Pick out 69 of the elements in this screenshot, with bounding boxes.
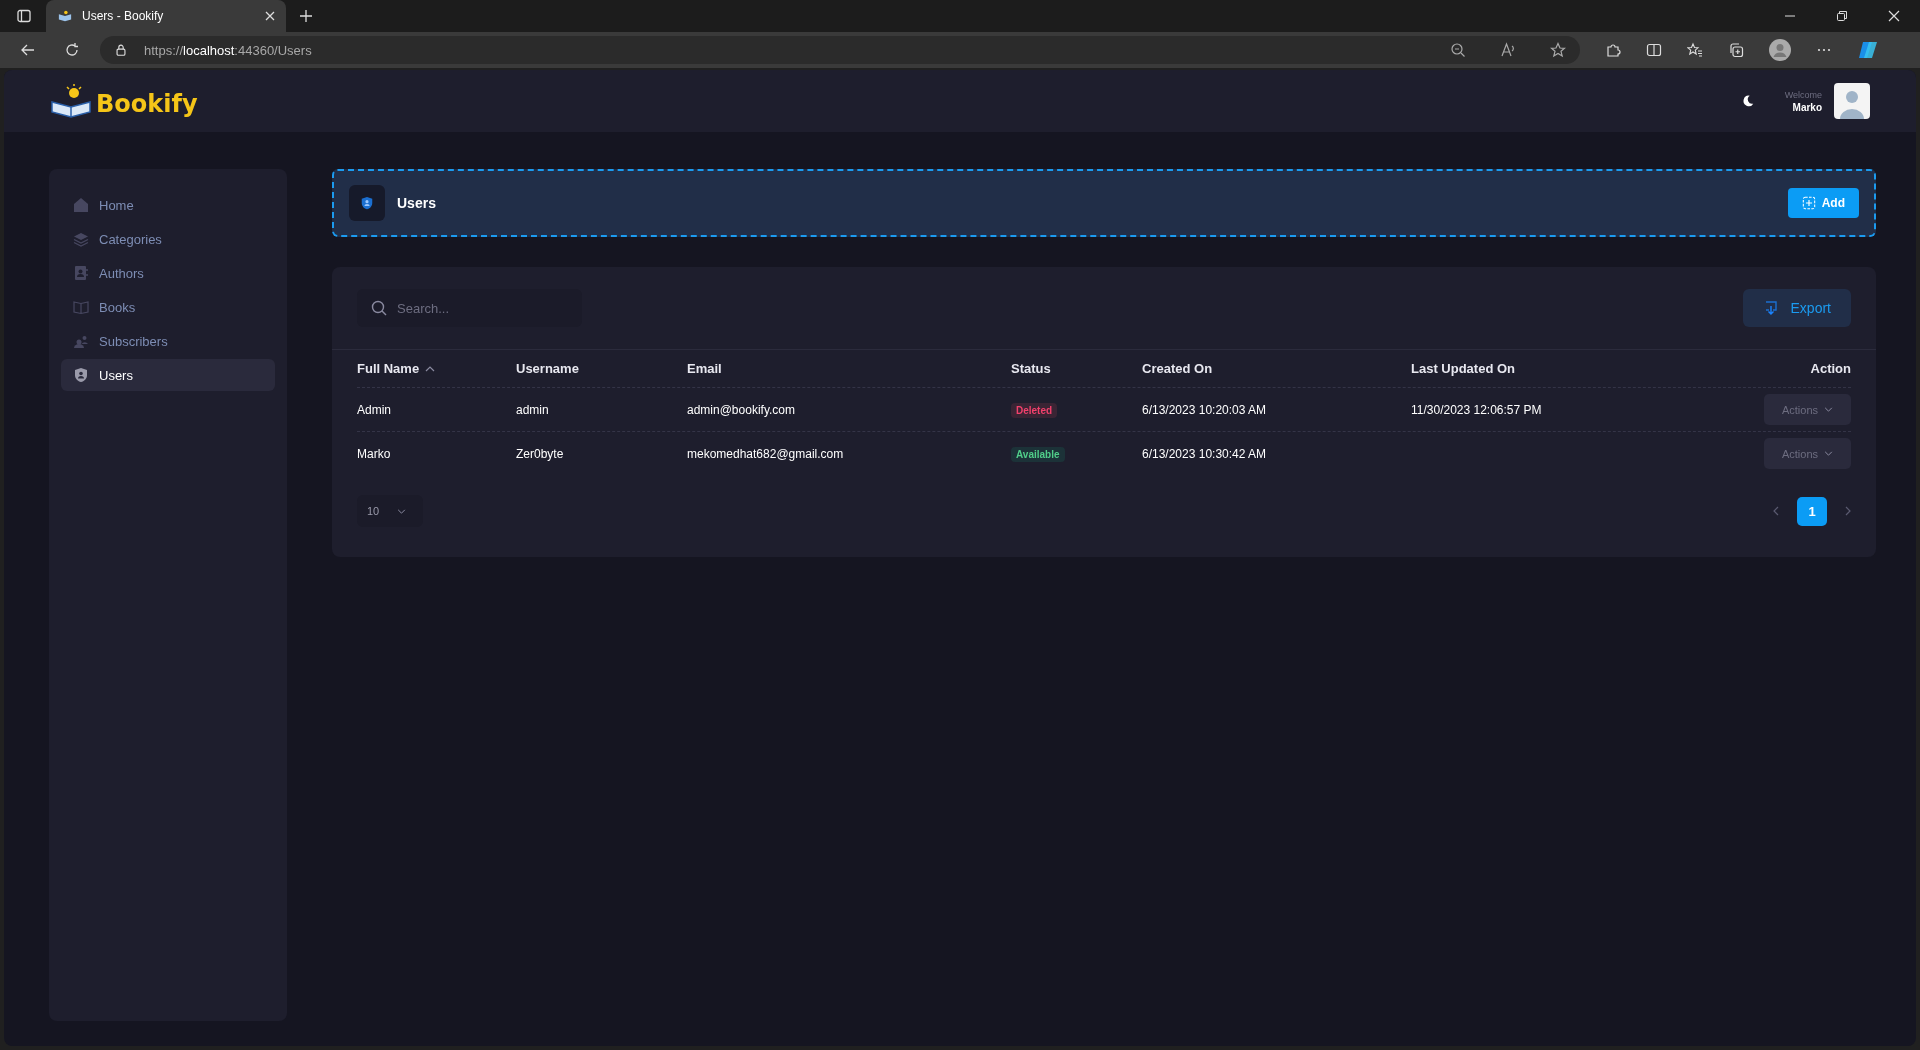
url-text: https://localhost:44360/Users <box>144 42 312 58</box>
book-icon <box>50 84 94 118</box>
chevron-down-icon <box>1824 407 1834 412</box>
status-badge: Available <box>1011 446 1065 462</box>
column-header[interactable]: Created On <box>1142 361 1411 376</box>
shield-user-icon <box>360 196 374 210</box>
next-page-icon[interactable] <box>1845 506 1851 516</box>
sidebar-item[interactable]: Home <box>61 189 275 221</box>
read-aloud-icon[interactable] <box>1500 42 1516 58</box>
split-screen-icon[interactable] <box>1646 42 1662 58</box>
sidebar-item[interactable]: Categories <box>61 223 275 255</box>
caret-up-icon <box>425 365 436 372</box>
search-icon <box>371 300 387 316</box>
welcome-label: Welcome <box>1784 89 1822 100</box>
table-cell-text: Admin <box>357 402 392 417</box>
logo-text: Bookify <box>96 90 198 118</box>
page-title: Users <box>397 195 436 211</box>
collections-icon[interactable] <box>1728 42 1744 58</box>
column-header[interactable]: Last Updated On <box>1411 361 1731 376</box>
chevron-down-icon <box>1824 451 1834 456</box>
table-cell-text: 11/30/2023 12:06:57 PM <box>1411 402 1543 417</box>
people-icon <box>73 333 89 349</box>
book-icon <box>58 9 72 23</box>
table-cell-text: 6/13/2023 10:20:03 AM <box>1142 402 1268 417</box>
puzzle-icon[interactable] <box>1605 42 1621 58</box>
sidebar-item[interactable]: Subscribers <box>61 325 275 357</box>
table-cell-text: admin@bookify.com <box>687 402 796 417</box>
close-icon[interactable] <box>1888 10 1900 22</box>
new-tab-icon[interactable] <box>298 8 314 24</box>
column-header[interactable]: Email <box>687 361 1011 376</box>
shield-user-icon <box>73 367 89 383</box>
refresh-icon[interactable] <box>64 42 80 58</box>
plus-square-icon <box>1801 196 1816 210</box>
zoom-out-icon[interactable] <box>1450 42 1466 58</box>
home-icon <box>73 197 89 213</box>
column-header[interactable]: Username <box>516 361 687 376</box>
user-name: Marko <box>1792 101 1822 113</box>
contact-book-icon <box>73 265 89 281</box>
sidebar-item[interactable]: Books <box>61 291 275 323</box>
status-badge: Deleted <box>1011 402 1058 418</box>
table-cell-text: Marko <box>357 446 392 461</box>
moon-icon[interactable] <box>1740 94 1755 108</box>
previous-page-icon[interactable] <box>1773 506 1779 516</box>
star-icon[interactable] <box>1550 42 1566 58</box>
close-icon[interactable] <box>264 10 276 22</box>
column-header[interactable]: Status <box>1011 361 1142 376</box>
back-icon[interactable] <box>20 42 36 58</box>
address-bar[interactable]: https://localhost:44360/Users <box>100 36 1580 64</box>
search-field[interactable]: Search... <box>357 289 582 327</box>
layers-icon <box>73 231 89 247</box>
favorites-icon[interactable] <box>1687 42 1703 58</box>
table-cell-text: mekomedhat682@gmail.com <box>687 446 845 461</box>
restore-icon[interactable] <box>1836 10 1848 22</box>
table-cell-text: admin <box>516 402 550 417</box>
sidebar-item[interactable]: Users <box>61 359 275 391</box>
browser-tab[interactable]: Users - Bookify <box>46 0 286 32</box>
table-cell-text: 6/13/2023 10:30:42 AM <box>1142 446 1268 461</box>
column-header[interactable]: Action <box>1731 361 1851 376</box>
copilot-icon[interactable] <box>1857 39 1879 61</box>
page-size-select[interactable]: 10 <box>357 495 423 527</box>
chevron-down-icon <box>397 508 407 514</box>
profile-icon[interactable] <box>1769 39 1791 61</box>
lock-icon <box>114 43 128 57</box>
table-cell-text: Zer0byte <box>516 446 565 461</box>
export-button[interactable]: Export <box>1742 289 1851 327</box>
column-header[interactable]: Full Name <box>357 361 516 376</box>
tab-actions-icon[interactable] <box>16 8 32 24</box>
open-book-icon <box>73 299 89 315</box>
sidebar-item[interactable]: Authors <box>61 257 275 289</box>
